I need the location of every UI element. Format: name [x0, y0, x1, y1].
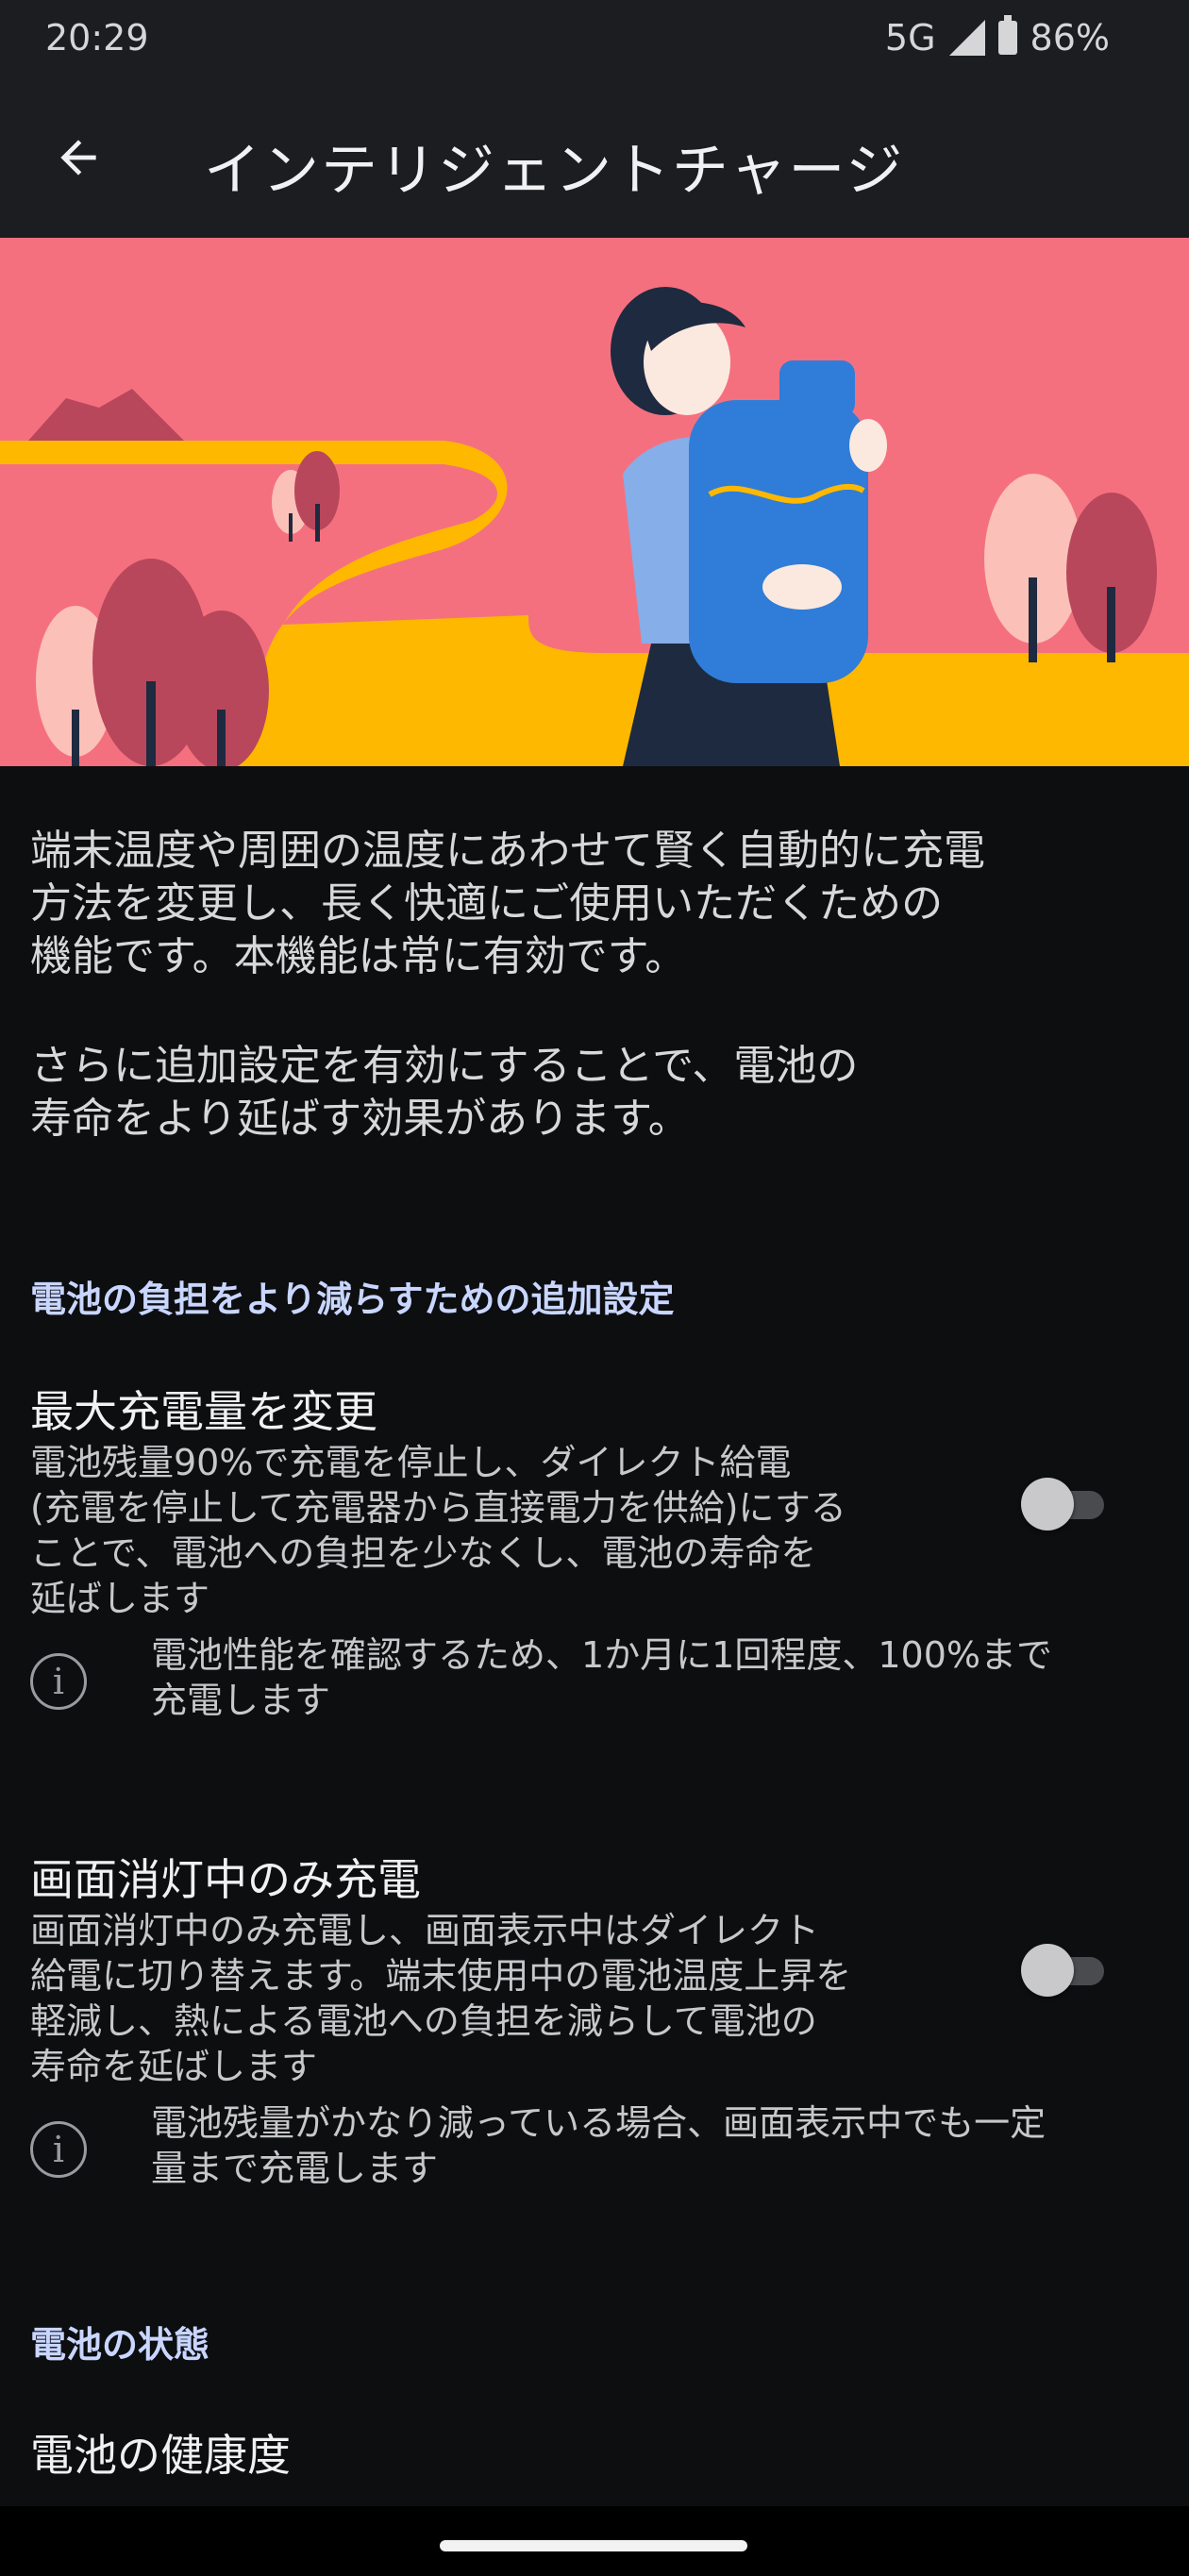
setting-info-text: 電池残量がかなり減っている場合、画面表示中でも一定 量まで充電します — [151, 2100, 1151, 2191]
info-line: 電池残量がかなり減っている場合、画面表示中でも一定 — [151, 2102, 1047, 2144]
intro-paragraph-2: さらに追加設定を有効にすることで、電池の 寿命をより延ばす効果があります。 — [30, 1040, 1144, 1146]
intro-line: さらに追加設定を有効にすることで、電池の — [30, 1042, 859, 1090]
section-header-battery-status: 電池の状態 — [30, 2324, 210, 2366]
intro-line: 寿命をより延ばす効果があります。 — [30, 1095, 690, 1143]
status-bar: 20:29 5G 86% — [0, 0, 1189, 75]
info-icon: i — [30, 2121, 87, 2178]
max-charge-toggle[interactable] — [1021, 1470, 1115, 1536]
toggle-thumb — [1021, 1478, 1074, 1531]
battery-health-item[interactable]: 電池の健康度 — [30, 2421, 291, 2484]
hero-illustration — [0, 238, 1189, 766]
setting-summary: 電池残量90%で充電を停止し、ダイレクト給電 (充電を停止して充電器から直接電力… — [30, 1440, 955, 1621]
setting-title: 画面消灯中のみ充電 — [30, 1854, 421, 1905]
section-header-additional: 電池の負担をより減らすための追加設定 — [30, 1279, 675, 1320]
summary-line: (充電を停止して充電器から直接電力を供給)にする — [30, 1487, 846, 1529]
info-line: 量まで充電します — [151, 2148, 439, 2189]
intro-line: 方法を変更し、長く快適にご使用いただくための — [30, 879, 944, 928]
intro-paragraph-1: 端末温度や周囲の温度にあわせて賢く自動的に充電 方法を変更し、長く快適にご使用い… — [30, 825, 1144, 983]
intro-line: 機能です。本機能は常に有効です。 — [30, 932, 687, 980]
navigation-bar — [0, 2506, 1189, 2576]
setting-info-text: 電池性能を確認するため、1か月に1回程度、100%まで 充電します — [151, 1632, 1151, 1723]
summary-line: 寿命を延ばします — [30, 2046, 318, 2087]
battery-percent: 86% — [1030, 17, 1110, 59]
toggle-thumb — [1021, 1944, 1074, 1997]
setting-summary: 画面消灯中のみ充電し、画面表示中はダイレクト 給電に切り替えます。端末使用中の電… — [30, 1908, 955, 2089]
gesture-handle[interactable] — [440, 2540, 747, 2551]
signal-icon — [948, 20, 985, 56]
info-icon: i — [30, 1653, 87, 1710]
status-right-group: 5G 86% — [884, 15, 1110, 59]
summary-line: 電池残量90%で充電を停止し、ダイレクト給電 — [30, 1442, 792, 1483]
page-title: インテリジェントチャージ — [204, 138, 905, 204]
setting-title: 最大充電量を変更 — [30, 1386, 377, 1437]
battery-icon — [997, 15, 1017, 55]
summary-line: 延ばします — [30, 1578, 210, 1619]
intro-line: 端末温度や周囲の温度にあわせて賢く自動的に充電 — [30, 827, 985, 875]
app-bar: インテリジェントチャージ — [0, 75, 1189, 238]
info-line: 電池性能を確認するため、1か月に1回程度、100%まで — [151, 1634, 1052, 1676]
summary-line: ことで、電池への負担を少なくし、電池の寿命を — [30, 1532, 817, 1574]
summary-line: 軽減し、熱による電池への負担を減らして電池の — [30, 2000, 817, 2042]
screen-off-charge-toggle[interactable] — [1021, 1936, 1115, 2002]
arrow-back-icon — [60, 140, 96, 176]
network-type: 5G — [884, 17, 936, 59]
summary-line: 画面消灯中のみ充電し、画面表示中はダイレクト — [30, 1910, 820, 1951]
back-button[interactable] — [38, 117, 119, 198]
status-time: 20:29 — [45, 17, 149, 59]
info-line: 充電します — [151, 1680, 331, 1721]
summary-line: 給電に切り替えます。端末使用中の電池温度上昇を — [30, 1955, 852, 1997]
